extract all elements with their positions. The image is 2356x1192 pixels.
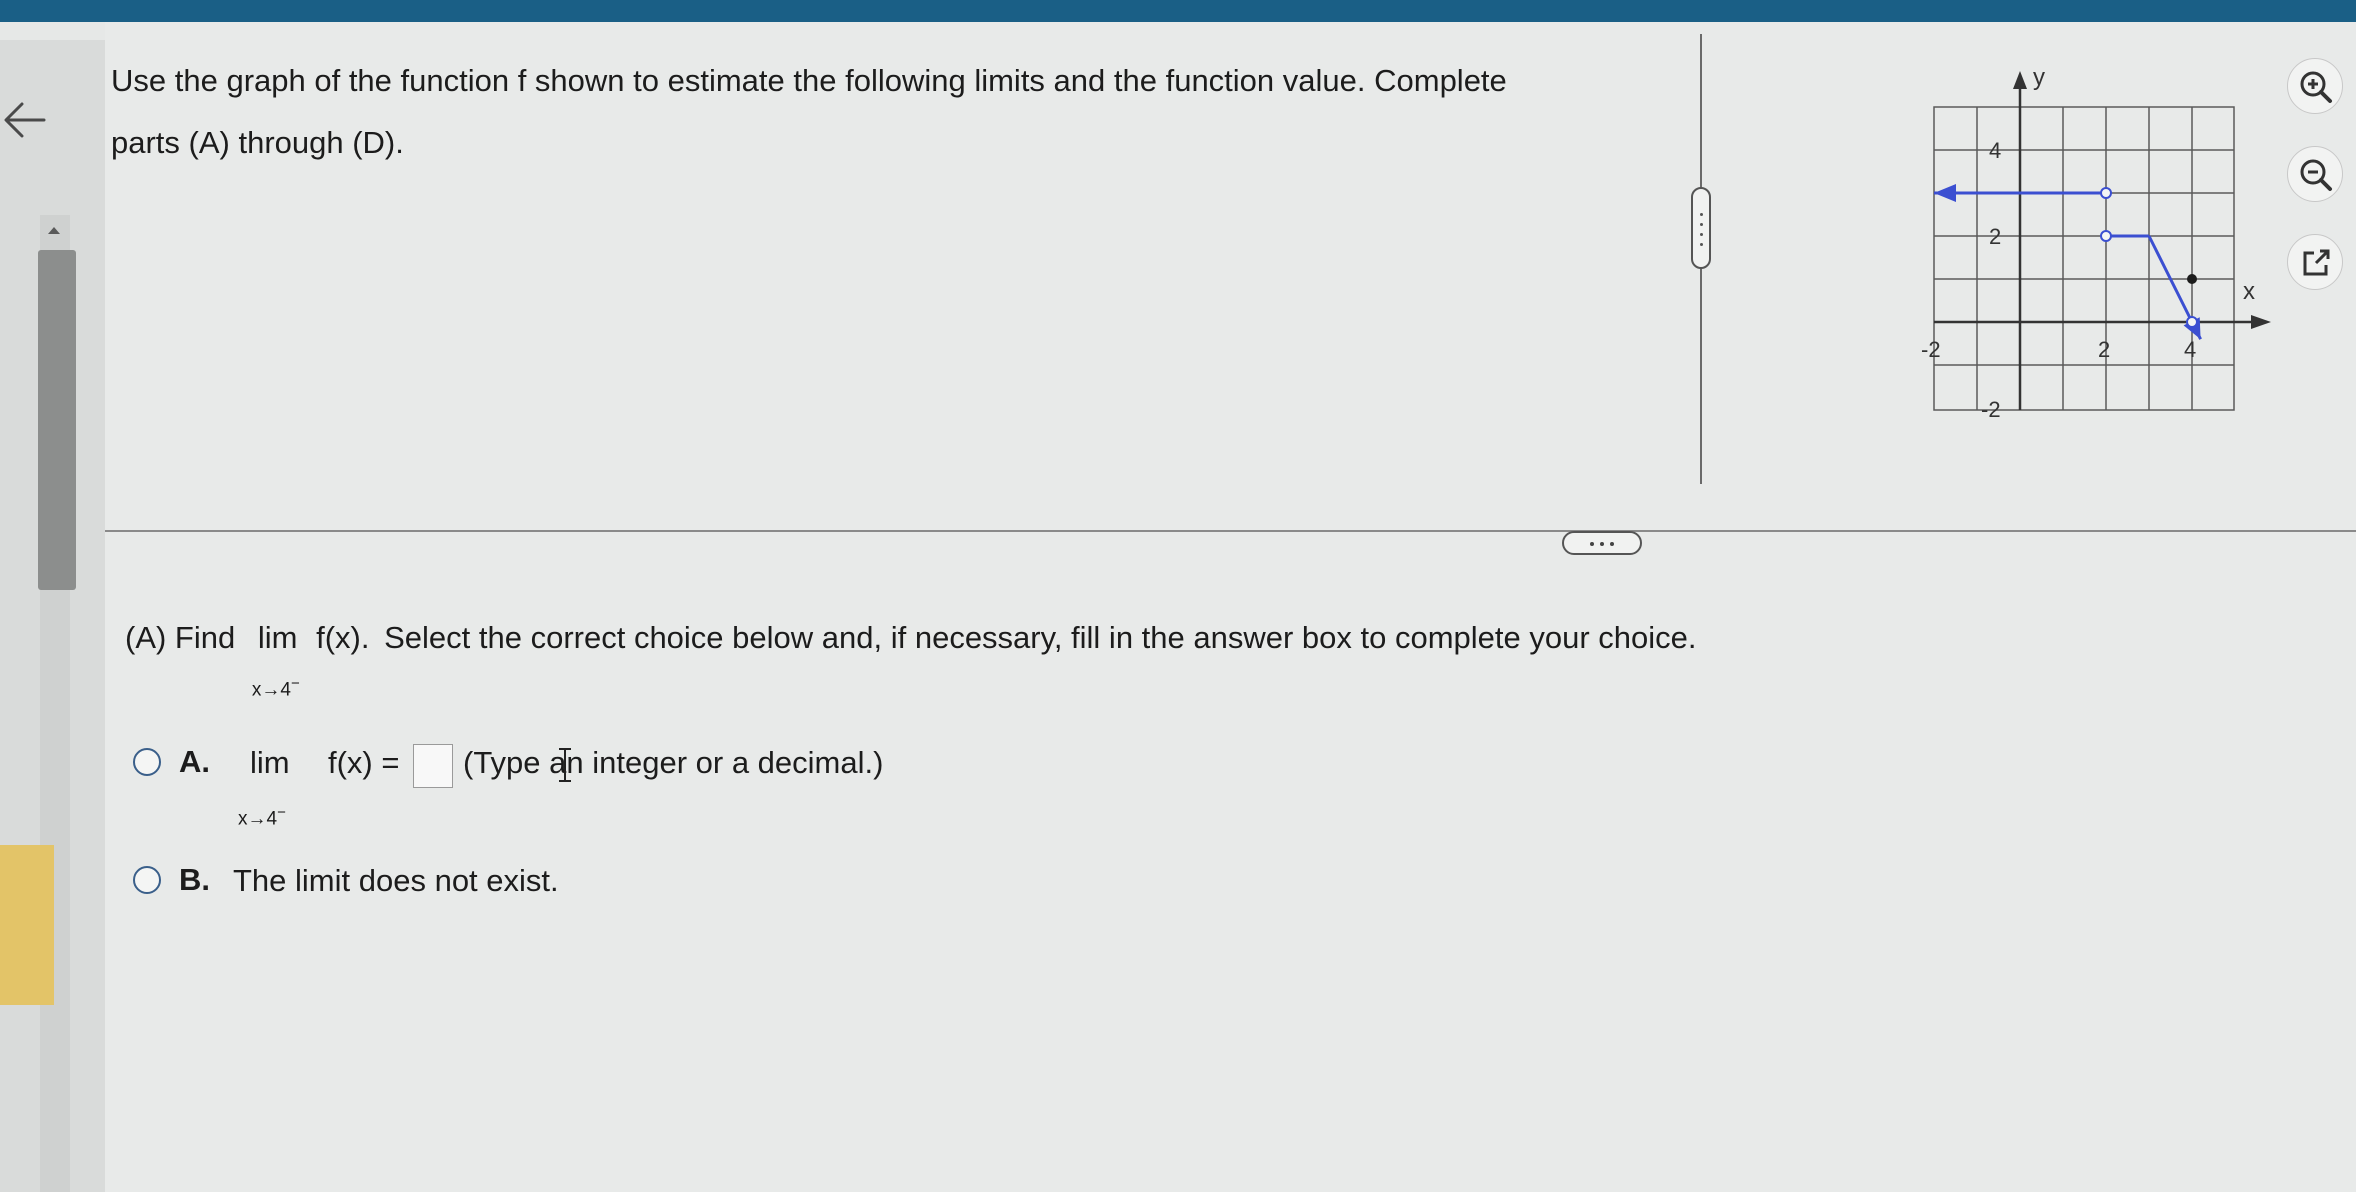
graph-svg: y x 4 2 -2 -2 2 4 [1921, 64, 2271, 422]
side-tab[interactable] [0, 845, 54, 1005]
open-external-button[interactable] [2287, 234, 2343, 290]
zoom-in-icon [2300, 71, 2332, 103]
tick-label-x-2: 2 [2098, 337, 2110, 362]
choice-a-radio[interactable] [133, 748, 161, 776]
part-a-prefix: (A) Find [125, 620, 236, 655]
scroll-up-icon[interactable] [44, 220, 64, 240]
part-a-lim: lim [257, 620, 298, 655]
scrollbar-thumb[interactable] [38, 250, 76, 590]
graph-grid [1933, 106, 2235, 411]
y-axis-arrow-icon [2013, 71, 2027, 89]
back-arrow-icon[interactable] [0, 92, 56, 148]
text-cursor-icon [559, 748, 571, 782]
zoom-out-icon [2300, 159, 2332, 191]
choice-a-answer-box[interactable] [413, 744, 453, 788]
vertical-resize-handle[interactable] [1691, 187, 1711, 269]
choice-b-radio[interactable] [133, 866, 161, 894]
open-point-0 [2100, 187, 2112, 199]
choice-b[interactable]: B. The limit does not exist. [133, 858, 733, 908]
external-link-icon [2303, 249, 2330, 276]
tick-label-x-4: 4 [2184, 337, 2196, 362]
y-axis-label: y [2033, 64, 2045, 91]
function-plot [1934, 184, 2202, 340]
choice-b-text: The limit does not exist. [233, 863, 559, 898]
part-a-instruction: Select the correct choice below and, if … [384, 620, 1697, 655]
choice-a-letter: A. [179, 744, 210, 779]
left-arrow-icon [1934, 184, 1956, 202]
closed-point-2 [2187, 274, 2197, 284]
choice-a-function: f(x) = [328, 745, 400, 780]
part-a-limit: lim x→4− [252, 617, 300, 700]
choice-a-lim: lim [250, 745, 290, 780]
choice-a-hint: (Type an integer or a decimal.) [463, 745, 884, 780]
zoom-out-button[interactable] [2287, 146, 2343, 202]
tick-label-y-2: 2 [1989, 224, 2001, 249]
open-point-3 [2186, 316, 2198, 328]
tick-label-x-neg2: -2 [1921, 337, 1941, 362]
horizontal-resize-handle[interactable] [1562, 531, 1642, 555]
part-a-function: f(x). [316, 620, 370, 655]
function-graph: y x 4 2 -2 -2 2 4 [1805, 47, 2285, 442]
choice-a-limit-sub: x→4− [238, 804, 286, 830]
browser-top-bar [0, 0, 2356, 22]
part-a-prompt: (A) Find lim x→4− f(x). Select the corre… [125, 617, 1697, 700]
horizontal-divider [105, 530, 2356, 532]
question-text-line-1: Use the graph of the function f shown to… [111, 63, 1507, 98]
tick-label-y-neg2: -2 [1981, 397, 2001, 422]
question-text-line-2: parts (A) through (D). [111, 125, 404, 160]
choice-b-letter: B. [179, 862, 210, 897]
x-axis-arrow-icon [2251, 315, 2271, 329]
choice-a[interactable]: A. lim x→4− f(x) = (Type an integer or a… [133, 740, 1033, 840]
question-panel: Use the graph of the function f shown to… [105, 22, 2356, 1192]
part-a-limit-sub: x→4− [251, 675, 300, 701]
x-axis-label: x [2243, 278, 2255, 305]
open-point-1 [2100, 230, 2112, 242]
zoom-in-button[interactable] [2287, 58, 2343, 114]
tick-label-y-4: 4 [1989, 138, 2001, 163]
